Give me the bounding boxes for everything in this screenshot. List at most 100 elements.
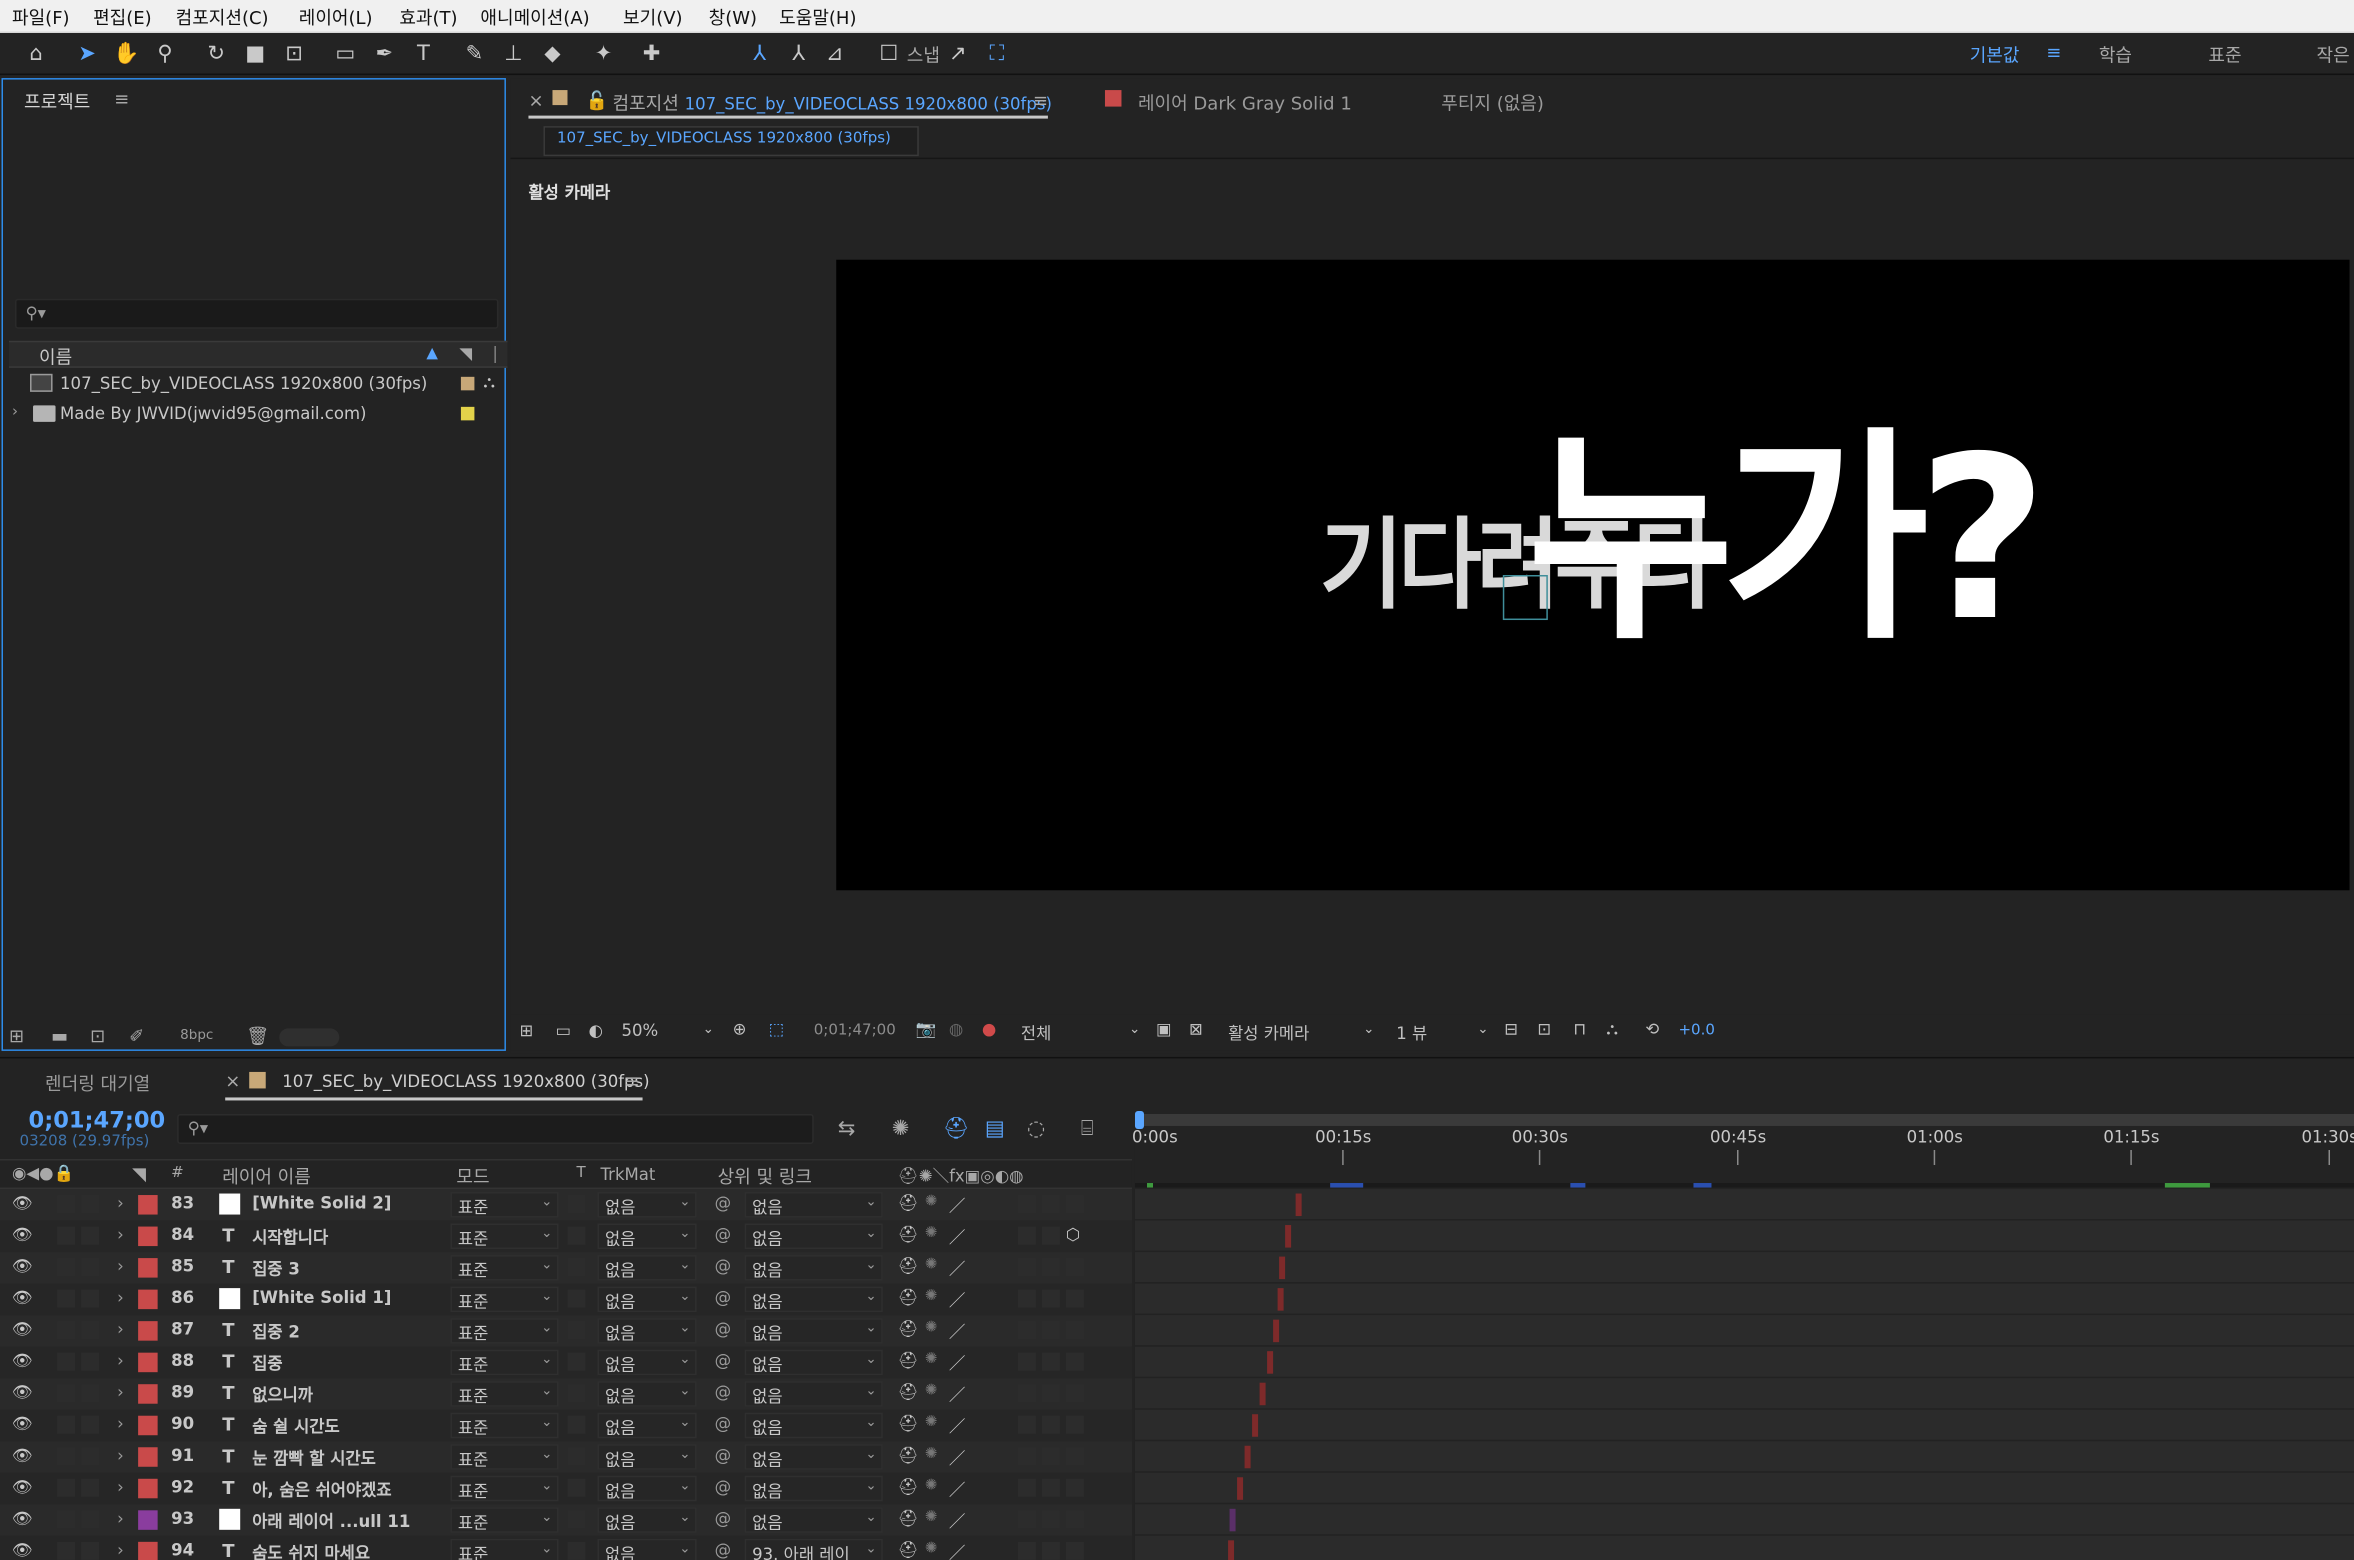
- adjustment-toggle[interactable]: [1041, 1321, 1060, 1340]
- blend-mode-select[interactable]: 표준 ⌄: [450, 1538, 559, 1560]
- new-folder-icon[interactable]: ▬: [51, 1025, 68, 1046]
- mask-icon[interactable]: ◐: [589, 1021, 603, 1041]
- blend-mode-select[interactable]: 표준 ⌄: [450, 1349, 559, 1376]
- eye-icon[interactable]: 👁: [12, 1320, 33, 1340]
- menu-view[interactable]: 보기(V): [623, 5, 683, 31]
- chevron-right-icon[interactable]: ›: [117, 1225, 124, 1245]
- resolution-select[interactable]: 전체 ⌄: [1021, 1021, 1147, 1045]
- track-row[interactable]: [1134, 1189, 2354, 1221]
- snap-checkbox-icon[interactable]: ☐: [874, 39, 904, 69]
- parent-select[interactable]: 없음 ⌄: [744, 1192, 883, 1218]
- adjust-icon[interactable]: ✐: [129, 1025, 144, 1046]
- eraser-tool-icon[interactable]: ◆: [537, 39, 567, 69]
- motion-blur-toggle[interactable]: [1017, 1195, 1036, 1214]
- track-row[interactable]: [1134, 1441, 2354, 1473]
- preserve-transparency-toggle[interactable]: [567, 1510, 586, 1529]
- quality-switch-icon[interactable]: ／: [949, 1225, 966, 1249]
- menu-composition[interactable]: 컴포지션(C): [176, 5, 269, 31]
- layer-duration-bar[interactable]: [1277, 1288, 1284, 1311]
- comp-mini-flowchart-icon[interactable]: ⇆: [838, 1117, 856, 1141]
- quality-switch-icon[interactable]: ／: [949, 1509, 966, 1533]
- tab-render-queue[interactable]: 렌더링 대기열: [45, 1070, 150, 1096]
- close-icon[interactable]: ×: [528, 90, 543, 111]
- layer-name[interactable]: 아래 레이어 ...ull 11: [252, 1509, 410, 1533]
- layer-name[interactable]: 집중 2: [252, 1320, 300, 1344]
- solo-toggle[interactable]: [57, 1226, 76, 1245]
- pickwhip-icon[interactable]: @: [715, 1194, 732, 1214]
- shy-switch-icon[interactable]: ⛑: [898, 1477, 919, 1497]
- parent-select[interactable]: 없음 ⌄: [744, 1444, 883, 1470]
- preserve-transparency-toggle[interactable]: [567, 1289, 586, 1308]
- track-row[interactable]: [1134, 1378, 2354, 1410]
- eye-icon[interactable]: 👁: [12, 1446, 33, 1466]
- 3d-layer-toggle[interactable]: [1065, 1289, 1084, 1308]
- track-row[interactable]: [1134, 1504, 2354, 1536]
- timeline-icon[interactable]: ⊓: [1573, 1019, 1586, 1039]
- close-icon[interactable]: ×: [225, 1070, 240, 1091]
- preserve-transparency-toggle[interactable]: [567, 1226, 586, 1245]
- workspace-menu-icon[interactable]: ≡: [2046, 42, 2061, 63]
- layer-name[interactable]: 집중 3: [252, 1257, 300, 1281]
- project-item[interactable]: 107_SEC_by_VIDEOCLASS 1920x800 (30fps) ⛬: [9, 371, 507, 401]
- views-select[interactable]: 1 뷰 ⌄: [1396, 1021, 1495, 1045]
- layer-duration-bar[interactable]: [1229, 1508, 1236, 1532]
- draft-3d-icon[interactable]: ✺: [892, 1117, 910, 1141]
- switches-icon[interactable]: ⛑✺＼fx▣◎◐◍: [898, 1164, 1024, 1188]
- pickwhip-icon[interactable]: @: [715, 1477, 732, 1497]
- track-row[interactable]: [1134, 1535, 2354, 1560]
- menu-help[interactable]: 도움말(H): [779, 5, 856, 31]
- flowchart-icon[interactable]: ⛬: [483, 372, 495, 393]
- collapse-switch-icon[interactable]: ✺: [925, 1320, 938, 1337]
- lock-toggle[interactable]: [81, 1510, 100, 1529]
- shy-switch-icon[interactable]: ⛑: [898, 1194, 919, 1214]
- 3d-layer-toggle[interactable]: [1065, 1384, 1084, 1403]
- local-axis-icon[interactable]: ⅄: [745, 39, 775, 69]
- layer-row[interactable]: 👁 › 94 T 숨도 쉬지 마세요 표준 ⌄ 없음 ⌄ @93. 아래 레이 ⌄ ⛑ ✺ ／: [0, 1535, 1132, 1560]
- 3d-layer-toggle[interactable]: [1065, 1447, 1084, 1466]
- puppet-pin-icon[interactable]: ✚: [637, 39, 667, 69]
- region-icon[interactable]: ⬚: [769, 1019, 785, 1039]
- solo-toggle[interactable]: [57, 1258, 76, 1277]
- zoom-select[interactable]: 50% ⌄: [622, 1021, 721, 1045]
- brush-tool-icon[interactable]: ✎: [459, 39, 489, 69]
- motion-blur-toggle[interactable]: [1017, 1321, 1036, 1340]
- 3d-layer-toggle[interactable]: [1065, 1321, 1084, 1340]
- column-mode[interactable]: 모드: [456, 1164, 489, 1190]
- composition-canvas[interactable]: 기다려주다 누가?: [836, 259, 2350, 891]
- adjustment-toggle[interactable]: [1041, 1352, 1060, 1371]
- adjustment-toggle[interactable]: [1041, 1384, 1060, 1403]
- menu-window[interactable]: 창(W): [709, 5, 757, 31]
- eye-icon[interactable]: 👁: [12, 1414, 33, 1434]
- quality-switch-icon[interactable]: ／: [949, 1320, 966, 1344]
- parent-select[interactable]: 없음 ⌄: [744, 1381, 883, 1407]
- trkmat-select[interactable]: 없음 ⌄: [597, 1444, 697, 1470]
- playhead[interactable]: [1134, 1110, 1144, 1129]
- pickwhip-icon[interactable]: @: [715, 1257, 732, 1277]
- work-area-bar[interactable]: [1134, 1113, 2354, 1126]
- quality-switch-icon[interactable]: ／: [949, 1446, 966, 1470]
- new-composition-icon[interactable]: ⊡: [90, 1025, 105, 1046]
- label-swatch[interactable]: [460, 376, 475, 391]
- anchor-box[interactable]: [1502, 574, 1548, 621]
- 3d-layer-toggle[interactable]: [1065, 1195, 1084, 1214]
- pickwhip-icon[interactable]: @: [715, 1509, 732, 1529]
- layer-name[interactable]: 없으니까: [252, 1383, 313, 1407]
- blend-mode-select[interactable]: 표준 ⌄: [450, 1255, 559, 1281]
- time-ruler[interactable]: 0:00s 00:15s 00:30s 00:45s 01:00s 01:15s 01:30…: [1132, 1110, 2354, 1187]
- adjustment-toggle[interactable]: [1041, 1415, 1060, 1434]
- adjustment-toggle[interactable]: [1041, 1447, 1060, 1466]
- quality-switch-icon[interactable]: ／: [949, 1477, 966, 1501]
- motion-blur-toggle[interactable]: [1017, 1384, 1036, 1403]
- layer-row[interactable]: 👁 › 93 아래 레이어 ...ull 11 표준 ⌄ 없음 ⌄ @ 없음 ⌄ ⛑ ✺ ／: [0, 1504, 1132, 1536]
- trkmat-select[interactable]: 없음 ⌄: [597, 1475, 697, 1502]
- pickwhip-icon[interactable]: @: [715, 1320, 732, 1340]
- blend-mode-select[interactable]: 표준 ⌄: [450, 1412, 559, 1439]
- shy-icon[interactable]: ⛑: [943, 1117, 970, 1141]
- motion-blur-toggle[interactable]: [1017, 1510, 1036, 1529]
- pickwhip-icon[interactable]: @: [715, 1383, 732, 1403]
- label-swatch[interactable]: [138, 1352, 158, 1373]
- shy-switch-icon[interactable]: ⛑: [898, 1257, 919, 1277]
- trkmat-select[interactable]: 없음 ⌄: [597, 1223, 697, 1250]
- motion-blur-toggle[interactable]: [1017, 1226, 1036, 1245]
- track-row[interactable]: [1134, 1409, 2354, 1442]
